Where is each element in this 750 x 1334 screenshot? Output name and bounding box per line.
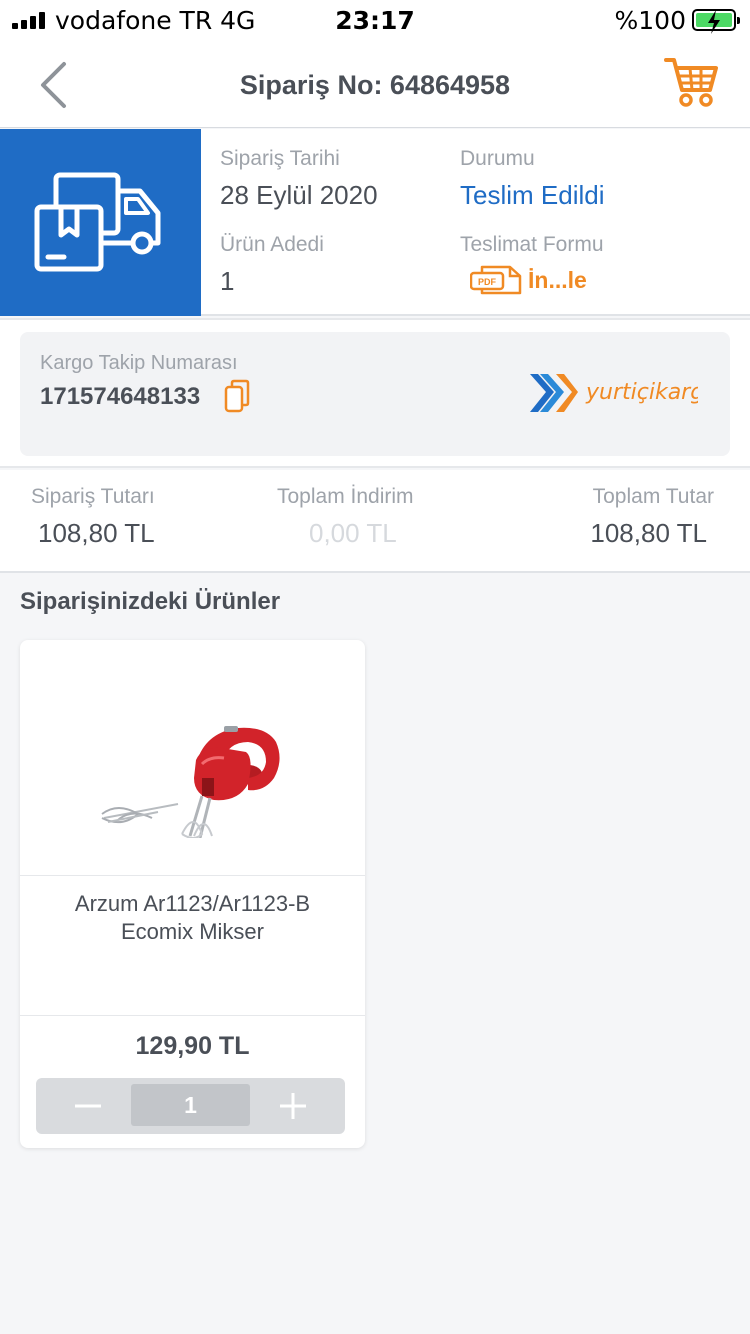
cargo-tracking-number: 171574648133 (40, 383, 201, 410)
total-amount-value: 108,80 TL (590, 518, 707, 548)
order-status-label: Durumu (460, 147, 535, 170)
product-image (20, 640, 365, 876)
total-discount-value: 0,00 TL (309, 518, 397, 548)
order-amount-value: 108,80 TL (38, 518, 155, 548)
hand-mixer-image (101, 726, 280, 838)
delivery-form-download-link[interactable]: PDF İn...le (470, 265, 587, 295)
delivery-form-label: Teslimat Formu (460, 233, 604, 256)
total-amount-label: Toplam Tutar (592, 485, 714, 508)
order-status-value: Teslim Edildi (460, 180, 605, 210)
order-date-value: 28 Eylül 2020 (220, 180, 378, 210)
yurtici-kargo-logo: yurtiçikargo (528, 368, 718, 423)
order-totals: Sipariş Tutarı 108,80 TL Toplam İndirim … (0, 470, 750, 573)
navigation-bar: Sipariş No: 64864958 (0, 42, 750, 128)
delivery-truck-tile (0, 129, 201, 316)
pdf-icon: PDF (470, 265, 522, 295)
order-amount-label: Sipariş Tutarı (31, 485, 155, 508)
order-date-label: Sipariş Tarihi (220, 147, 340, 170)
plus-icon (280, 1093, 306, 1119)
quantity-value: 1 (131, 1084, 250, 1126)
quantity-stepper: 1 (36, 1078, 345, 1134)
increase-quantity-button[interactable] (253, 1078, 333, 1134)
divider (20, 1015, 365, 1016)
cargo-tracking-section: Kargo Takip Numarası 171574648133 yurtiç… (0, 318, 750, 468)
page-title: Sipariş No: 64864958 (239, 70, 511, 100)
product-card[interactable]: Arzum Ar1123/Ar1123-B Ecomix Mikser 129,… (20, 640, 365, 1148)
product-name[interactable]: Arzum Ar1123/Ar1123-B Ecomix Mikser (40, 890, 345, 946)
delivery-truck-icon (34, 172, 161, 272)
battery-icon (692, 9, 740, 34)
pdf-badge-text: PDF (478, 277, 497, 287)
status-bar: vodafone TR 4G 23:17 %100 (0, 0, 750, 42)
delivery-form-link-text: İn...le (528, 266, 587, 293)
decrease-quantity-button[interactable] (48, 1078, 128, 1134)
products-section-title: Siparişinizdeki Ürünler (20, 588, 281, 615)
order-info-panel: Sipariş Tarihi 28 Eylül 2020 Durumu Tesl… (0, 129, 750, 316)
total-discount-label: Toplam İndirim (277, 485, 414, 508)
minus-icon (75, 1104, 101, 1108)
item-count-label: Ürün Adedi (220, 233, 324, 256)
item-count-value: 1 (220, 266, 235, 296)
copy-icon[interactable] (224, 379, 250, 418)
cargo-tracking-label: Kargo Takip Numarası (40, 352, 238, 374)
product-price: 129,90 TL (135, 1032, 250, 1060)
battery-percent: %100 (614, 6, 686, 35)
cargo-tracking-card: Kargo Takip Numarası 171574648133 yurtiç… (20, 332, 730, 456)
cart-icon[interactable] (664, 56, 720, 108)
yurtici-kargo-logo-text: yurtiçikargo (585, 380, 698, 405)
